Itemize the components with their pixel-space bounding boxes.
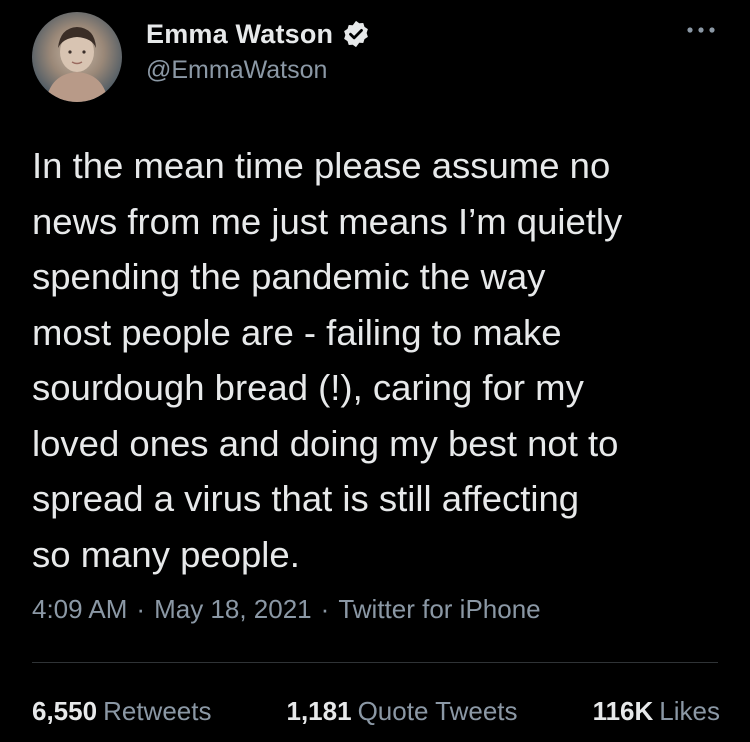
retweets-label: Retweets [103,696,212,726]
tweet-source[interactable]: Twitter for iPhone [338,594,540,624]
verified-badge-icon [341,19,371,49]
quote-tweets-stat[interactable]: 1,181 Quote Tweets [287,696,518,727]
quote-tweets-label: Quote Tweets [357,696,518,726]
meta-separator: · [320,594,330,624]
more-options-icon[interactable] [682,20,720,40]
author-display-name[interactable]: Emma Watson [146,19,333,50]
likes-stat[interactable]: 116K Likes [593,696,720,727]
meta-separator: · [136,594,146,624]
tweet-detail: Emma Watson @EmmaWatson In the mean time… [0,0,750,742]
retweets-stat[interactable]: 6,550 Retweets [32,696,211,727]
tweet-meta: 4:09 AM · May 18, 2021 · Twitter for iPhone [32,594,541,625]
likes-count: 116K [592,696,654,726]
retweets-count: 6,550 [32,696,98,726]
quote-tweets-count: 1,181 [286,696,352,726]
divider [32,662,718,663]
avatar[interactable] [32,12,122,102]
tweet-text: In the mean time please assume no news f… [32,145,623,575]
author-handle[interactable]: @EmmaWatson [146,56,371,85]
author-info: Emma Watson @EmmaWatson [146,16,371,85]
author-name-row: Emma Watson [146,16,371,52]
likes-label: Likes [659,696,720,726]
profile-photo-icon [46,27,108,102]
tweet-date[interactable]: May 18, 2021 [154,594,312,624]
engagement-stats: 6,550 Retweets 1,181 Quote Tweets 116K Like… [32,696,720,727]
tweet-time[interactable]: 4:09 AM [32,594,127,624]
